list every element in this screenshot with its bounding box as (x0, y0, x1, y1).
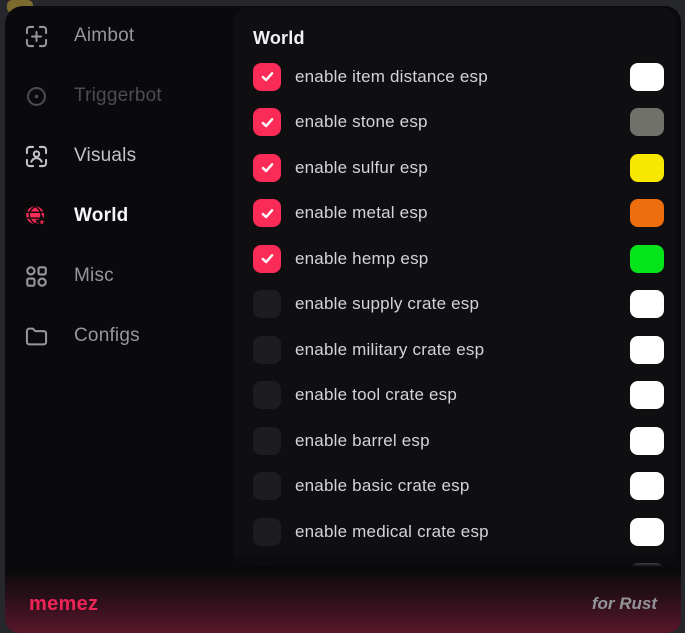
categories-icon (23, 263, 50, 290)
sidebar-item-label: Misc (74, 265, 114, 287)
option-label: enable medical crate esp (295, 522, 489, 542)
option-row: enable hemp esp (253, 236, 664, 282)
option-label: enable barrel esp (295, 431, 430, 451)
sidebar-item-label: Configs (74, 325, 140, 347)
checkbox-unchecked[interactable] (253, 290, 281, 318)
sidebar-item-label: World (74, 205, 128, 227)
option-row: enable tool crate esp (253, 373, 664, 419)
option-row: enable barrel esp (253, 418, 664, 464)
option-row (253, 555, 664, 569)
sidebar-item-visuals[interactable]: Visuals (5, 126, 233, 186)
sidebar-nav: Aimbot Triggerbot Visuals World Misc Configs (5, 6, 233, 366)
screen: AimbotTriggerbotVisualsWorldMiscConfigs … (0, 0, 685, 633)
color-swatch[interactable] (630, 154, 664, 182)
globe-star-icon (23, 203, 50, 230)
checkbox-unchecked[interactable] (253, 518, 281, 546)
option-row: enable military crate esp (253, 327, 664, 373)
page-title: World (253, 28, 664, 49)
color-swatch[interactable] (630, 563, 664, 568)
sidebar-item-world[interactable]: World (5, 186, 233, 246)
option-row: enable sulfur esp (253, 145, 664, 191)
sidebar-item-label: Aimbot (74, 25, 134, 47)
checkbox-unchecked[interactable] (253, 336, 281, 364)
color-swatch[interactable] (630, 381, 664, 409)
checkbox-checked[interactable] (253, 154, 281, 182)
option-row: enable item distance esp (253, 54, 664, 100)
color-swatch[interactable] (630, 245, 664, 273)
footer-tagline: for Rust (592, 594, 657, 614)
footer-bar: memez for Rust (5, 575, 681, 633)
option-label: enable sulfur esp (295, 158, 428, 178)
options-list: enable item distance esp enable stone esp… (253, 54, 664, 568)
checkbox-unchecked[interactable] (253, 427, 281, 455)
sidebar-item-label: Visuals (74, 145, 136, 167)
sidebar-item-misc[interactable]: Misc (5, 246, 233, 306)
option-row: enable supply crate esp (253, 282, 664, 328)
color-swatch[interactable] (630, 518, 664, 546)
sidebar-item-label: Triggerbot (74, 85, 162, 107)
checkbox-unchecked[interactable] (253, 381, 281, 409)
settings-panel: World enable item distance esp enable sto… (233, 8, 676, 568)
option-row: enable basic crate esp (253, 464, 664, 510)
option-label: enable hemp esp (295, 249, 428, 269)
option-label: enable metal esp (295, 203, 428, 223)
sidebar-item-configs[interactable]: Configs (5, 306, 233, 366)
option-row: enable medical crate esp (253, 509, 664, 555)
person-scan-icon (23, 143, 50, 170)
crosshair-scan-icon (23, 23, 50, 50)
target-circle-icon (23, 83, 50, 110)
option-label: enable stone esp (295, 112, 428, 132)
color-swatch[interactable] (630, 336, 664, 364)
folder-icon (23, 323, 50, 350)
checkbox-unchecked[interactable] (253, 472, 281, 500)
sidebar-item-triggerbot[interactable]: Triggerbot (5, 66, 233, 126)
checkbox-unchecked[interactable] (253, 563, 281, 568)
option-row: enable stone esp (253, 100, 664, 146)
checkbox-checked[interactable] (253, 108, 281, 136)
option-label: enable supply crate esp (295, 294, 479, 314)
option-label: enable tool crate esp (295, 385, 457, 405)
option-row: enable metal esp (253, 191, 664, 237)
color-swatch[interactable] (630, 472, 664, 500)
app-window: AimbotTriggerbotVisualsWorldMiscConfigs … (5, 6, 681, 633)
color-swatch[interactable] (630, 108, 664, 136)
checkbox-checked[interactable] (253, 245, 281, 273)
color-swatch[interactable] (630, 290, 664, 318)
checkbox-checked[interactable] (253, 63, 281, 91)
option-label: enable basic crate esp (295, 476, 470, 496)
color-swatch[interactable] (630, 199, 664, 227)
color-swatch[interactable] (630, 63, 664, 91)
brand-logo-text: memez (29, 593, 98, 616)
sidebar-item-aimbot[interactable]: Aimbot (5, 6, 233, 66)
option-label: enable item distance esp (295, 67, 488, 87)
checkbox-checked[interactable] (253, 199, 281, 227)
color-swatch[interactable] (630, 427, 664, 455)
option-label: enable military crate esp (295, 340, 484, 360)
